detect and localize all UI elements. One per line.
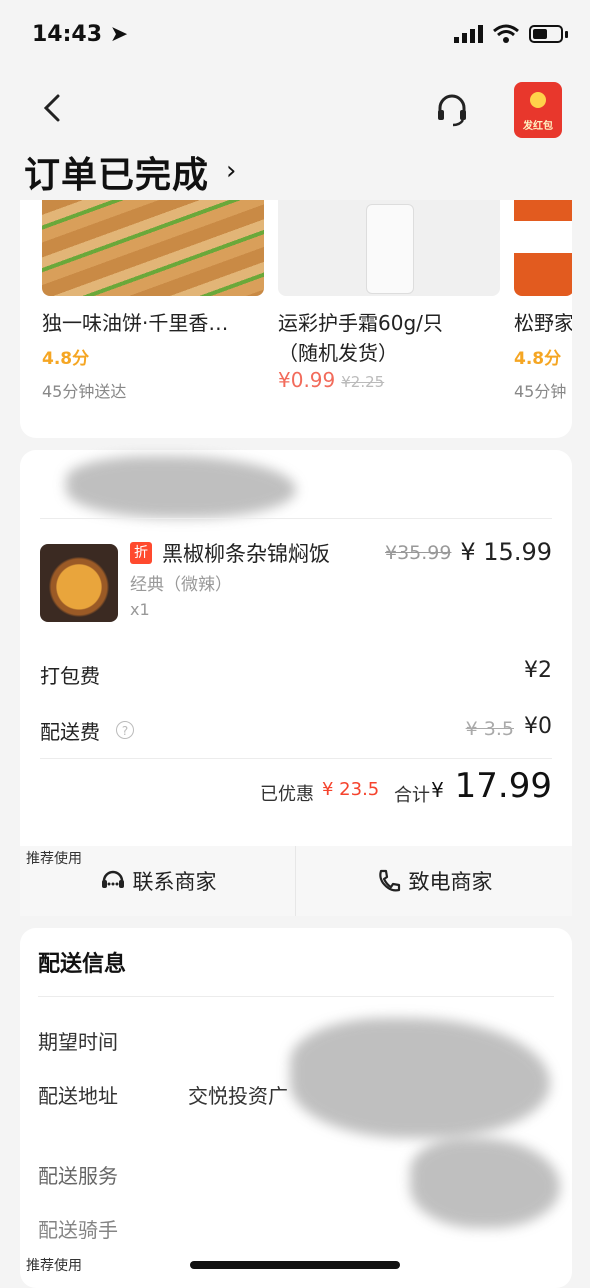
packing-fee-label: 打包费 <box>40 664 100 688</box>
delivery-fee-value: ¥0 <box>524 714 552 739</box>
dish-original-price: ¥35.99 <box>385 542 452 564</box>
dish-price: ¥ 15.99 <box>460 538 552 566</box>
delivery-fee-original: ¥ 3.5 <box>465 718 514 740</box>
status-time: 14:43 ➤ <box>32 22 129 47</box>
contact-bar: 联系商家 致电商家 <box>20 846 572 916</box>
dish-spec: 经典（微辣） <box>130 575 232 595</box>
redaction-smear <box>66 456 296 518</box>
coin-icon <box>530 92 546 108</box>
back-icon[interactable] <box>34 88 74 128</box>
service-label: 配送服务 <box>38 1164 118 1188</box>
product-image <box>42 200 264 296</box>
call-merchant-button[interactable]: 致电商家 <box>296 846 571 916</box>
red-packet-button[interactable]: 发红包 <box>514 82 562 138</box>
divider <box>40 758 552 759</box>
help-icon[interactable]: ? <box>116 721 134 739</box>
phone-icon <box>378 869 400 892</box>
recommendation-delivery-time: 45分钟 <box>514 382 567 401</box>
redaction-smear <box>410 1138 560 1228</box>
recommendation-name: 松野家 <box>514 311 572 335</box>
recommendation-rating: 4.8分 <box>514 349 562 369</box>
dish-image <box>40 544 118 622</box>
location-arrow-icon: ➤ <box>109 22 129 47</box>
battery-icon <box>529 25 563 43</box>
section-title: 配送信息 <box>38 952 127 977</box>
total-label: 合计 <box>394 785 430 806</box>
total-currency: ¥ <box>431 778 444 802</box>
recommend-use-label: 推荐使用 <box>26 1258 82 1274</box>
product-image <box>278 200 500 296</box>
recommendation-price: ¥0.99 ¥2.25 <box>278 368 384 392</box>
chevron-right-icon[interactable]: › <box>226 156 236 186</box>
recommendation-name: 运彩护手霜60g/只（随机发货） <box>278 311 443 365</box>
recommend-use-label: 推荐使用 <box>26 851 82 867</box>
call-merchant-label: 致电商家 <box>408 870 493 894</box>
recommendation-strip: 独一味油饼·千里香… 4.8分 45分钟送达 运彩护手霜60g/只（随机发货） … <box>20 200 572 438</box>
home-indicator[interactable] <box>190 1261 400 1269</box>
wifi-icon <box>493 24 519 43</box>
recommendation-delivery-time: 45分钟送达 <box>42 382 127 401</box>
status-icons <box>453 24 568 44</box>
delivery-info-card: 配送信息 期望时间 配送地址 交悦投资广 配送服务 配送骑手 <box>20 928 572 1288</box>
product-image <box>514 200 572 296</box>
total-amount: ¥ 17.99 <box>431 766 552 806</box>
cellular-signal-icon <box>454 25 483 43</box>
packing-fee-value: ¥2 <box>524 658 552 683</box>
page-title[interactable]: 订单已完成 <box>24 146 209 198</box>
contact-merchant-label: 联系商家 <box>132 870 217 894</box>
original-price: ¥2.25 <box>341 373 385 391</box>
order-card: 折 黑椒柳条杂锦焖饭 经典（微辣） x1 ¥35.99 ¥ 15.99 打包费 … <box>20 450 572 916</box>
red-packet-label: 发红包 <box>523 121 553 132</box>
discount-label: 已优惠 <box>260 784 314 805</box>
total-value: 17.99 <box>454 766 552 806</box>
address-label: 配送地址 <box>38 1084 118 1108</box>
divider <box>40 518 552 519</box>
address-value: 交悦投资广 <box>188 1084 288 1108</box>
expected-time-label: 期望时间 <box>38 1030 118 1054</box>
redaction-smear <box>290 1018 550 1138</box>
recommendation-rating: 4.8分 <box>42 349 90 369</box>
discount-value: ¥ 23.5 <box>322 779 380 800</box>
dish-name: 黑椒柳条杂锦焖饭 <box>162 542 330 566</box>
delivery-fee-label: 配送费 <box>40 720 100 744</box>
price-value: ¥0.99 <box>278 368 336 392</box>
rider-label: 配送骑手 <box>38 1218 118 1242</box>
recommendation-name: 独一味油饼·千里香… <box>42 311 229 335</box>
chat-icon <box>101 870 124 888</box>
customer-service-icon[interactable] <box>432 90 472 130</box>
dish-quantity: x1 <box>130 600 150 619</box>
divider <box>38 996 554 997</box>
discount-tag: 折 <box>130 542 152 564</box>
